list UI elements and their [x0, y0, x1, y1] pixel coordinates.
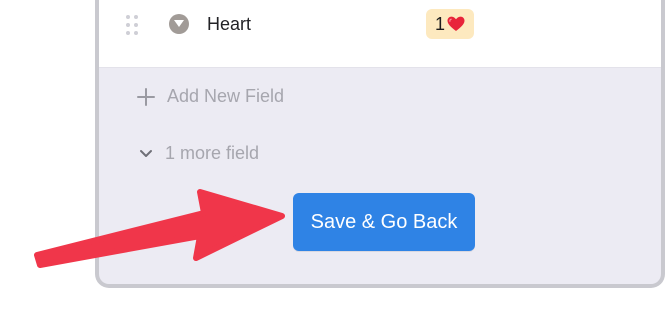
collapse-toggle-icon[interactable] [169, 14, 189, 34]
field-row-heart[interactable]: Heart 1 [99, 0, 661, 68]
more-fields-label: 1 more field [165, 143, 260, 163]
more-fields-toggle[interactable]: 1 more field [139, 143, 259, 164]
add-new-field-label: Add New Field [167, 86, 285, 106]
drag-handle-icon[interactable] [126, 15, 140, 37]
heart-icon [447, 16, 465, 31]
field-name-label: Heart [207, 14, 252, 34]
rating-count: 1 [435, 14, 446, 34]
field-editor-panel: Heart 1 Add New Field 1 more field Save … [95, 0, 665, 288]
plus-icon [137, 87, 155, 106]
chevron-down-icon [140, 149, 152, 157]
add-new-field-button[interactable]: Add New Field [137, 86, 284, 107]
screenshot-stage: Heart 1 Add New Field 1 more field Save … [0, 0, 669, 316]
save-and-go-back-button[interactable]: Save & Go Back [293, 193, 475, 251]
rating-badge: 1 [426, 9, 475, 39]
